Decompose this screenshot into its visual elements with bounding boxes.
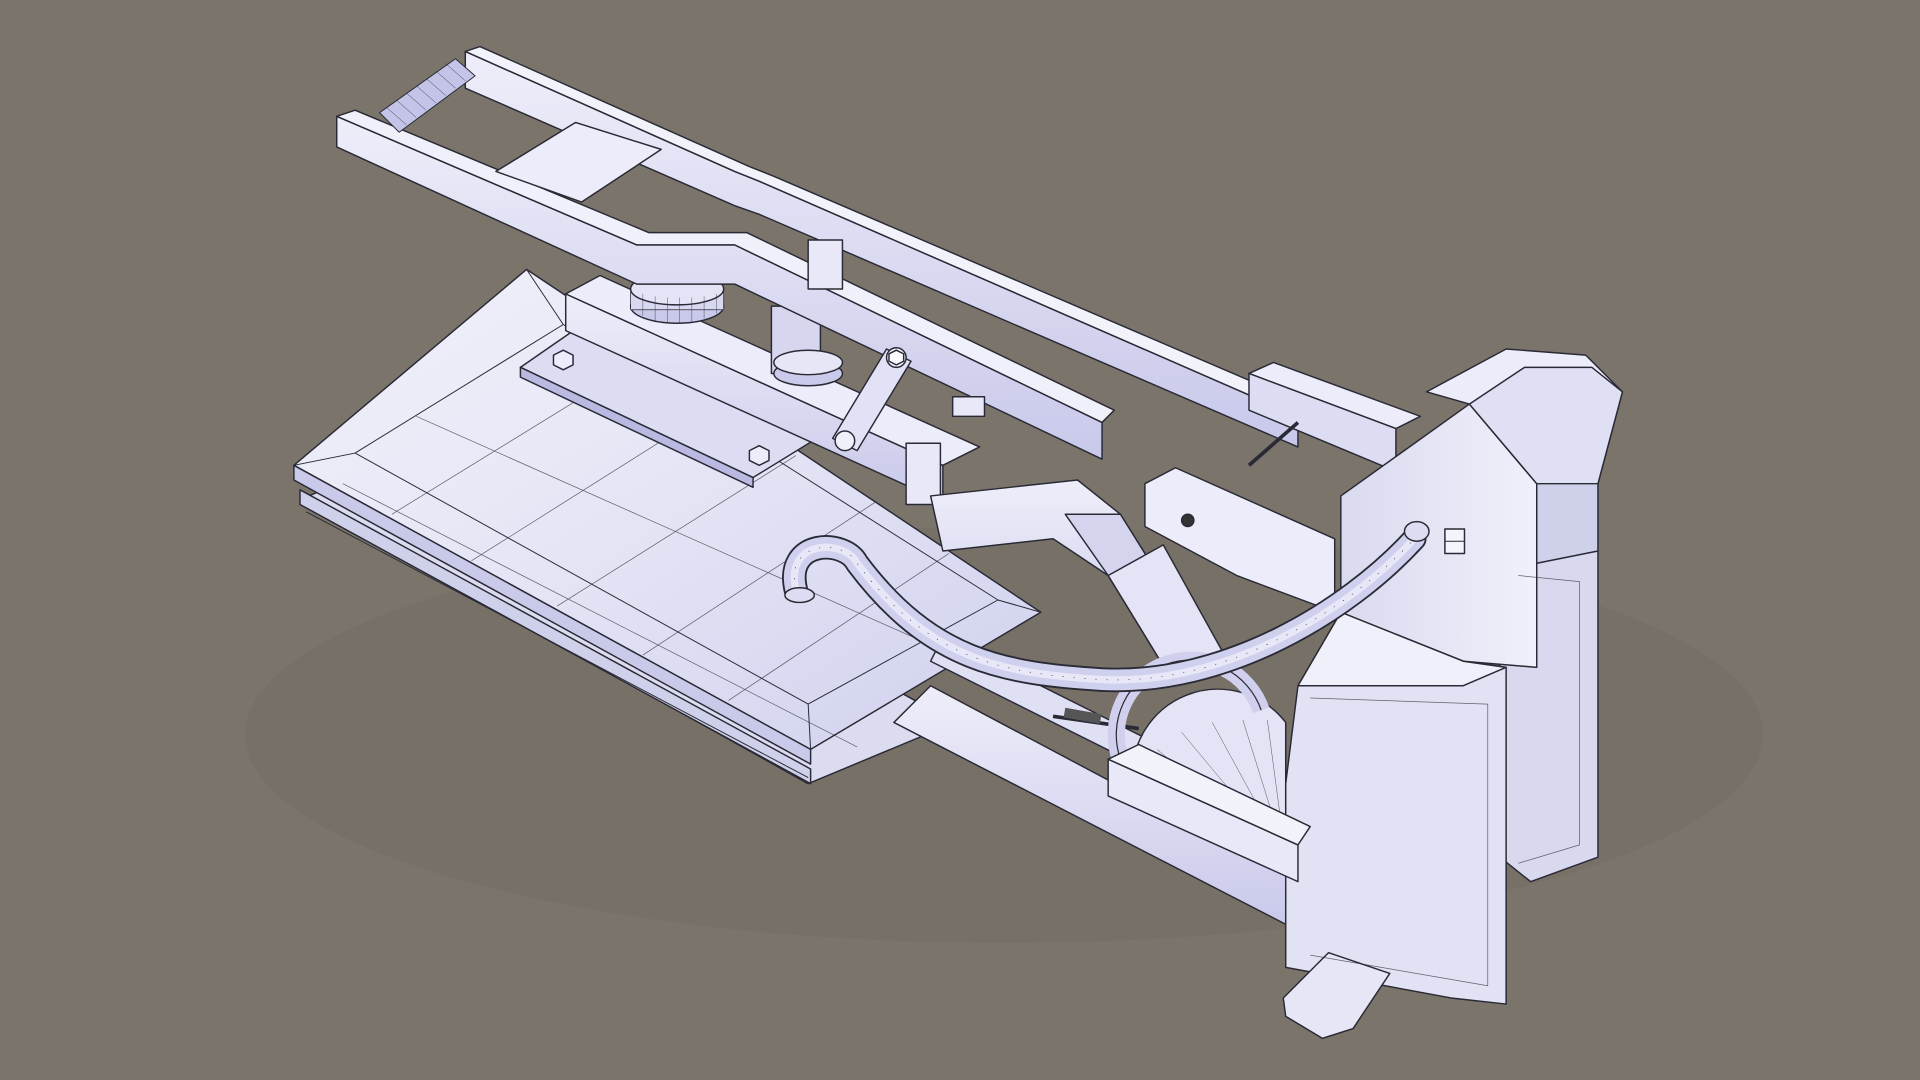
bracket [807, 239, 844, 290]
hex-bolt-icon [888, 349, 905, 366]
hex-bolt-icon [748, 444, 770, 467]
bracket [951, 396, 986, 418]
heat-press-wireframe-render [244, 45, 1764, 1040]
control-tower [1282, 348, 1624, 1040]
lever-handle [379, 58, 476, 133]
3d-viewport[interactable] [0, 0, 1920, 1080]
hex-bolt-icon [552, 349, 574, 371]
